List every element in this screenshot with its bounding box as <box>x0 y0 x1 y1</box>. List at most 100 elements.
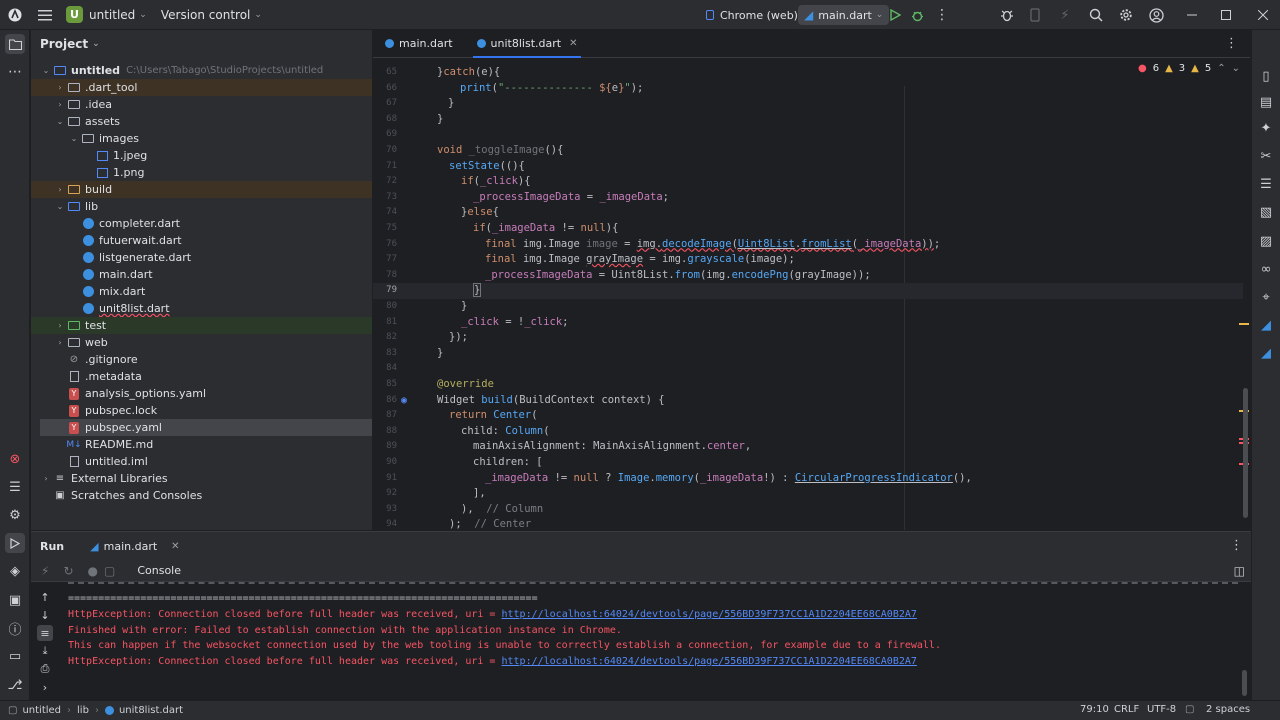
run-tool-icon[interactable] <box>5 533 25 553</box>
close-icon[interactable] <box>1248 0 1278 30</box>
project-name[interactable]: untitled <box>89 8 135 22</box>
file-encoding[interactable]: UTF-8 <box>1147 704 1176 715</box>
tools-icon[interactable]: ✂ <box>1256 146 1276 166</box>
notifications-icon[interactable]: ▯ <box>1256 66 1276 86</box>
tree-item-web[interactable]: › web <box>31 334 372 351</box>
outline-icon[interactable]: ☰ <box>1256 174 1276 194</box>
override-gutter-icon[interactable]: ◉ <box>401 393 407 409</box>
console-link[interactable]: http://localhost:64024/devtools/page/556… <box>501 656 916 667</box>
warning-marker[interactable] <box>1239 323 1249 325</box>
tree-label: .idea <box>85 98 113 111</box>
emulator-icon[interactable]: ▧ <box>1256 202 1276 222</box>
tree-item-pubspec-lock[interactable]: Y pubspec.lock <box>31 402 372 419</box>
tree-item-main[interactable]: main.dart <box>31 266 372 283</box>
tab-options-icon[interactable]: ⋮ <box>1225 36 1238 51</box>
readonly-icon[interactable]: ▢ <box>1185 704 1194 715</box>
project-panel: Project ⌄ ⌄ untitled C:\Users\Tabago\Stu… <box>31 30 372 530</box>
close-tab-icon[interactable]: ✕ <box>569 38 577 49</box>
bug-icon[interactable] <box>992 0 1022 30</box>
terminal-icon[interactable]: ▭ <box>5 646 25 666</box>
vcs-menu[interactable]: Version control <box>161 8 251 22</box>
tree-item-pubspec-yaml[interactable]: Y pubspec.yaml <box>40 419 372 436</box>
main-menu-icon[interactable] <box>30 0 60 30</box>
git-icon[interactable]: ⎇ <box>5 675 25 695</box>
tree-item-dart-tool[interactable]: › .dart_tool <box>31 79 372 96</box>
code-line: 86 ◉ Widget build(BuildContext context) { <box>373 393 1243 409</box>
tree-item-readme[interactable]: M↓ README.md <box>31 436 372 453</box>
breadcrumb-item[interactable]: lib <box>77 705 89 716</box>
app-logo-icon[interactable] <box>0 0 30 30</box>
expand-icon[interactable]: › <box>37 679 53 695</box>
tree-item-test[interactable]: › test <box>31 317 372 334</box>
minimize-icon[interactable] <box>1177 0 1207 30</box>
more-tools-icon[interactable]: ⋯ <box>5 62 25 82</box>
arrow-up-icon[interactable]: ↑ <box>37 589 53 605</box>
tree-item-listgenerate[interactable]: listgenerate.dart <box>31 249 372 266</box>
more-actions-icon[interactable]: ⋮ <box>927 0 957 30</box>
tree-label: main.dart <box>99 268 153 281</box>
structure-icon[interactable]: ☰ <box>5 477 25 497</box>
flutter-inspector-icon[interactable]: ⊗ <box>5 449 25 469</box>
ai-assistant-icon[interactable]: ✦ <box>1256 118 1276 138</box>
breadcrumb-item[interactable]: unit8list.dart <box>119 705 183 716</box>
line-ending[interactable]: CRLF <box>1114 704 1139 715</box>
tree-item-untitled-iml[interactable]: untitled.iml <box>31 453 372 470</box>
tree-item-metadata[interactable]: .metadata <box>31 368 372 385</box>
tree-item-analysis-options[interactable]: Y analysis_options.yaml <box>31 385 372 402</box>
project-panel-header[interactable]: Project ⌄ <box>31 30 372 58</box>
maximize-icon[interactable] <box>1211 0 1241 30</box>
device-manager-icon[interactable]: ▤ <box>1256 92 1276 112</box>
console-tab[interactable]: Console <box>137 564 181 577</box>
layout-icon[interactable]: ◫ <box>1234 564 1245 578</box>
gear-icon[interactable] <box>1111 0 1141 30</box>
run-panel-title: Run <box>40 539 65 553</box>
problems-icon[interactable]: ⓘ <box>5 618 25 638</box>
breadcrumb-item[interactable]: untitled <box>22 705 61 716</box>
code-area[interactable]: 65}catch(e){ 66 print("-------------- ${e… <box>373 58 1250 530</box>
console-scrollbar[interactable] <box>1242 670 1247 696</box>
project-tool-icon[interactable] <box>5 34 25 54</box>
tree-item-images[interactable]: ⌄ images <box>31 130 372 147</box>
run-options-icon[interactable]: ⋮ <box>1230 538 1243 553</box>
tab-unit8list-dart[interactable]: unit8list.dart ✕ <box>467 30 588 58</box>
search-icon[interactable] <box>1081 0 1111 30</box>
tree-item-external-libraries[interactable]: › ≡ External Libraries <box>31 470 372 487</box>
tree-item-mix[interactable]: mix.dart <box>31 283 372 300</box>
tree-item-assets[interactable]: ⌄ assets <box>31 113 372 130</box>
tree-item-futuerwait[interactable]: futuerwait.dart <box>31 232 372 249</box>
close-tab-icon[interactable]: ✕ <box>171 541 179 552</box>
tree-root[interactable]: ⌄ untitled C:\Users\Tabago\StudioProject… <box>31 62 372 79</box>
tree-item-gitignore[interactable]: ⊘ .gitignore <box>31 351 372 368</box>
tree-item-completer[interactable]: completer.dart <box>31 215 372 232</box>
run-tab-main-dart[interactable]: main.dart <box>104 540 158 553</box>
tree-item-idea[interactable]: › .idea <box>31 96 372 113</box>
flutter-outline-icon[interactable]: ◢ <box>1256 315 1276 335</box>
caret-position[interactable]: 79:10 <box>1080 704 1109 715</box>
code-line: 89 mainAxisAlignment: MainAxisAlignment.c… <box>386 440 752 453</box>
profiler-icon[interactable]: ▣ <box>5 590 25 610</box>
gallery-icon[interactable]: ▨ <box>1256 231 1276 251</box>
link-icon[interactable]: ∞ <box>1256 259 1276 279</box>
console-link[interactable]: http://localhost:64024/devtools/page/556… <box>501 609 916 620</box>
inspector-icon[interactable]: ⌖ <box>1256 287 1276 307</box>
indent-setting[interactable]: 2 spaces <box>1206 704 1250 715</box>
tree-item-unit8list[interactable]: unit8list.dart <box>31 300 372 317</box>
bug-tool-icon[interactable]: ⚙ <box>5 505 25 525</box>
run-config-selector[interactable]: ◢ main.dart ⌄ <box>798 5 890 25</box>
tree-item-lib[interactable]: ⌄ lib <box>31 198 372 215</box>
dart-devtools-icon[interactable]: ◈ <box>5 561 25 581</box>
soft-wrap-icon[interactable]: ≡ <box>37 625 53 641</box>
scroll-to-end-icon[interactable]: ⤓ <box>37 643 53 659</box>
tab-main-dart[interactable]: main.dart <box>375 30 463 58</box>
editor-scrollbar[interactable] <box>1243 388 1248 518</box>
tree-label: lib <box>85 200 99 213</box>
tree-item-build[interactable]: › build <box>31 181 372 198</box>
tree-item-1-png[interactable]: 1.png <box>31 164 372 181</box>
flutter-performance-icon[interactable]: ◢ <box>1256 343 1276 363</box>
print-icon[interactable]: ⎙ <box>37 661 53 677</box>
tree-item-scratches[interactable]: ▣ Scratches and Consoles <box>31 487 372 504</box>
tree-item-1-jpeg[interactable]: 1.jpeg <box>31 147 372 164</box>
project-badge[interactable]: U <box>66 6 83 23</box>
arrow-down-icon[interactable]: ↓ <box>37 607 53 623</box>
account-icon[interactable] <box>1141 0 1171 30</box>
